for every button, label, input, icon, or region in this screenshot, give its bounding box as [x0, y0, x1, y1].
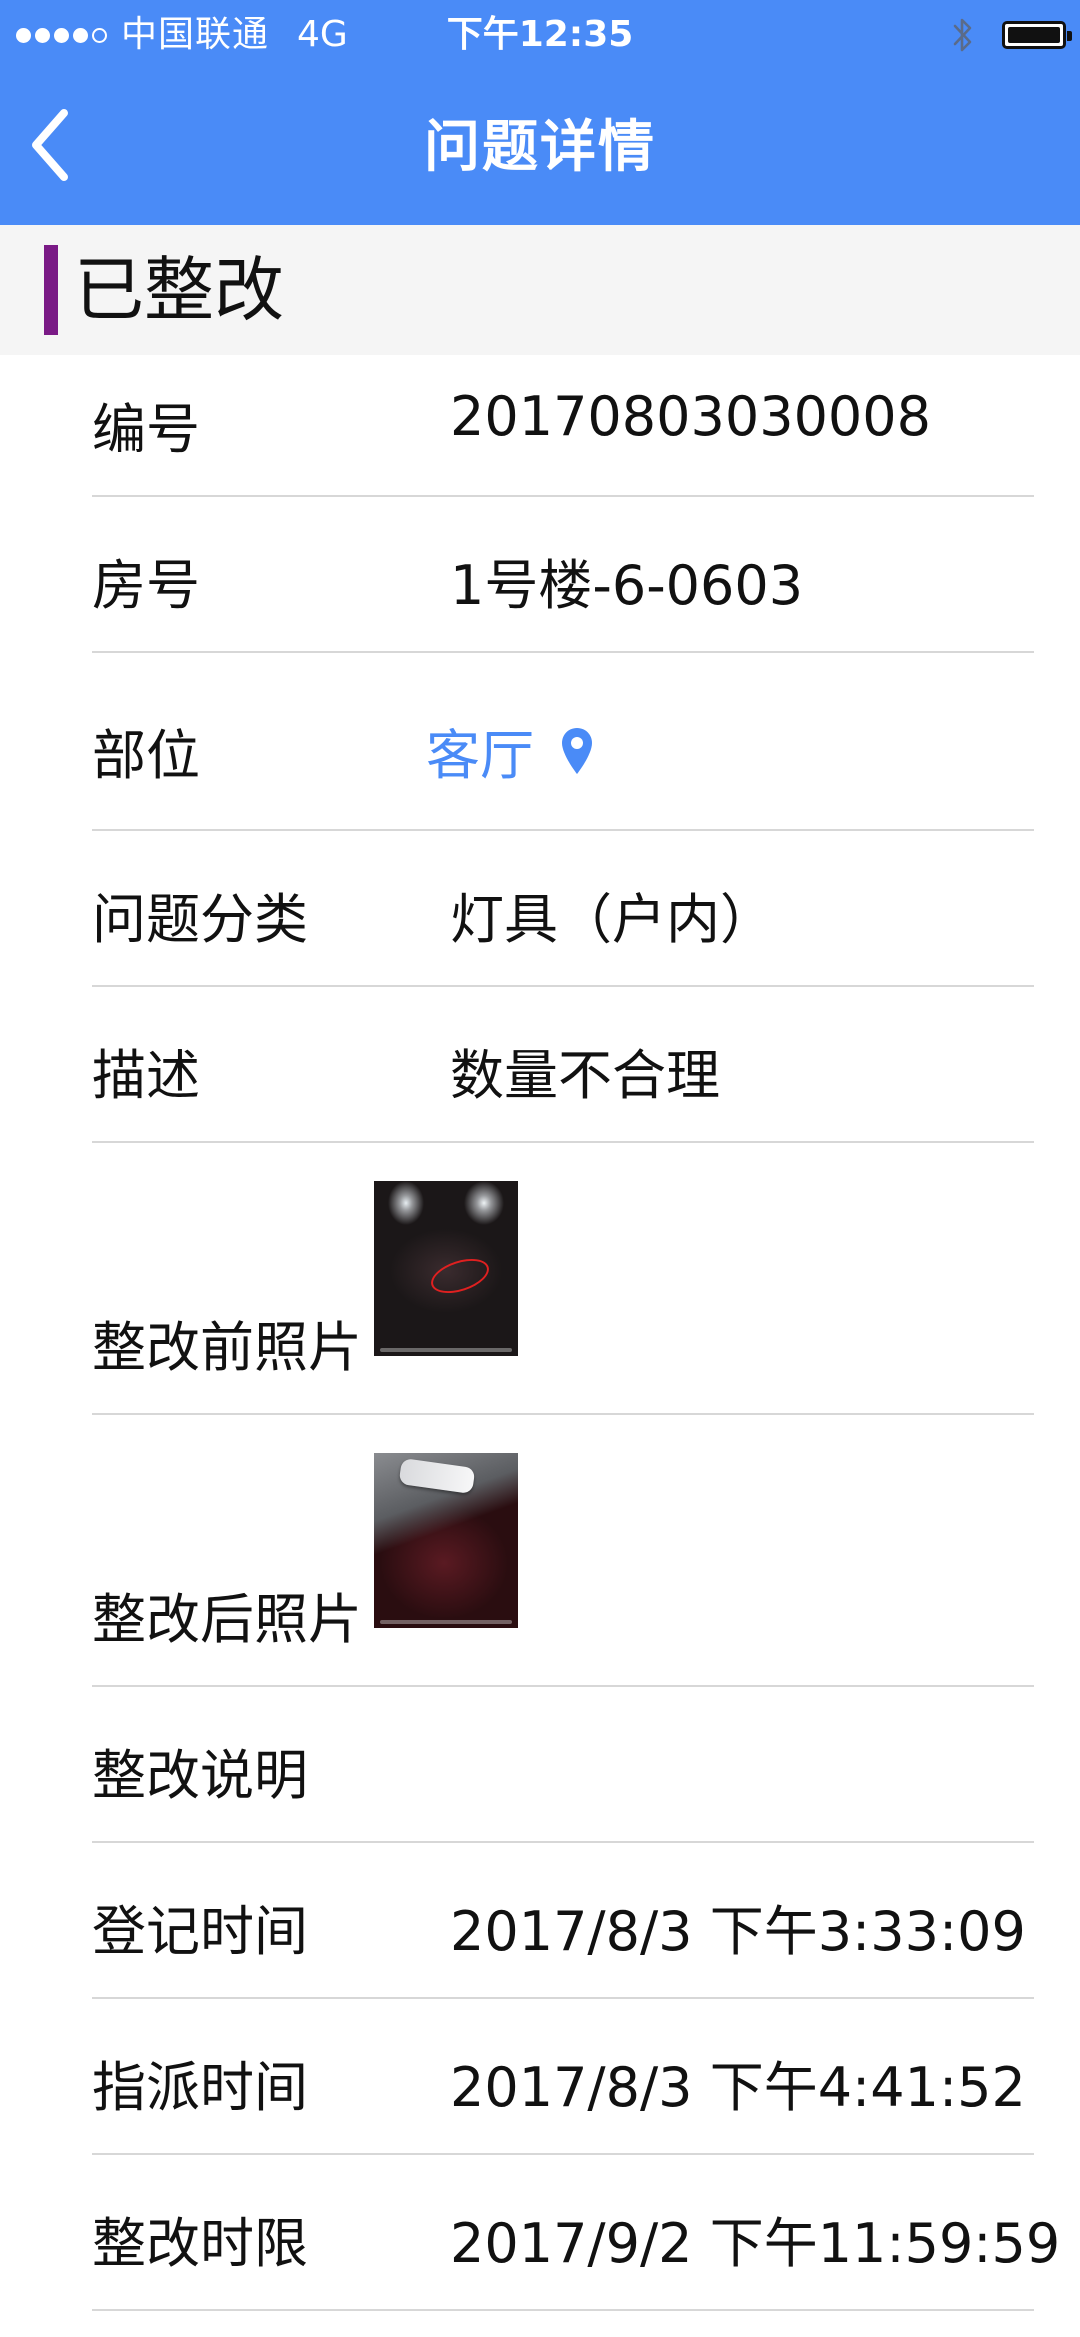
assign-time-label: 指派时间 — [92, 2056, 308, 2119]
bluetooth-icon — [953, 18, 972, 52]
category-label: 问题分类 — [92, 888, 308, 951]
app-screen: 中国联通 4G 下午12:35 问题详情 已整改 编号 201708030300… — [0, 0, 1080, 2337]
location-value: 客厅 — [426, 724, 534, 787]
status-time: 下午12:35 — [446, 14, 634, 55]
location-link[interactable]: 客厅 — [426, 711, 594, 790]
room-value: 1号楼-6-0603 — [450, 554, 804, 617]
room-label: 房号 — [92, 554, 200, 617]
after-photo-label: 整改后照片 — [92, 1588, 362, 1651]
detail-row-room: 房号 1号楼-6-0603 — [92, 497, 1034, 653]
detail-row-description: 描述 数量不合理 — [92, 987, 1034, 1143]
detail-row-after-photo: 整改后照片 — [92, 1415, 1034, 1687]
rectify-note-label: 整改说明 — [92, 1744, 308, 1807]
detail-row-register-time: 登记时间 2017/8/3 下午3:33:09 — [92, 1843, 1034, 1999]
deadline-value: 2017/9/2 下午11:59:59 — [450, 2212, 1061, 2275]
assign-time-value: 2017/8/3 下午4:41:52 — [450, 2056, 1026, 2119]
register-time-value: 2017/8/3 下午3:33:09 — [450, 1900, 1026, 1963]
photo-object — [398, 1457, 476, 1495]
detail-row-location: 部位 客厅 — [92, 653, 1034, 831]
detail-row-number: 编号 20170803030008 — [92, 355, 1034, 497]
header: 中国联通 4G 下午12:35 问题详情 — [0, 0, 1080, 225]
before-photo-label: 整改前照片 — [92, 1316, 362, 1379]
description-value: 数量不合理 — [450, 1044, 720, 1107]
category-value: 灯具（户内） — [450, 888, 774, 951]
register-time-label: 登记时间 — [92, 1900, 308, 1963]
status-section-header: 已整改 — [0, 225, 1080, 355]
status-title: 已整改 — [74, 249, 284, 331]
location-pin-icon[interactable] — [560, 726, 594, 776]
number-label: 编号 — [92, 398, 200, 461]
section-accent-bar — [44, 245, 58, 335]
battery-icon — [1002, 21, 1072, 49]
page-title: 问题详情 — [424, 115, 656, 180]
number-value: 20170803030008 — [450, 385, 931, 448]
status-right — [952, 0, 1072, 70]
detail-row-deadline: 整改时限 2017/9/2 下午11:59:59 — [92, 2155, 1060, 2311]
photo-watermark — [380, 1620, 512, 1624]
description-label: 描述 — [92, 1044, 200, 1107]
detail-row-rectify-note: 整改说明 — [92, 1687, 1034, 1843]
nav-bar: 问题详情 — [0, 70, 1080, 225]
before-photo-thumbnail[interactable] — [374, 1181, 518, 1356]
detail-row-before-photo: 整改前照片 — [92, 1143, 1034, 1415]
status-bar: 中国联通 4G 下午12:35 — [0, 0, 1080, 70]
detail-row-category: 问题分类 灯具（户内） — [92, 831, 1034, 987]
annotation-oval — [426, 1252, 494, 1300]
after-photo-thumbnail[interactable] — [374, 1453, 518, 1628]
battery-fill — [1008, 27, 1060, 43]
photo-watermark — [380, 1348, 512, 1352]
detail-row-assign-time: 指派时间 2017/8/3 下午4:41:52 — [92, 1999, 1034, 2155]
deadline-label: 整改时限 — [92, 2212, 308, 2275]
location-label: 部位 — [92, 724, 200, 787]
